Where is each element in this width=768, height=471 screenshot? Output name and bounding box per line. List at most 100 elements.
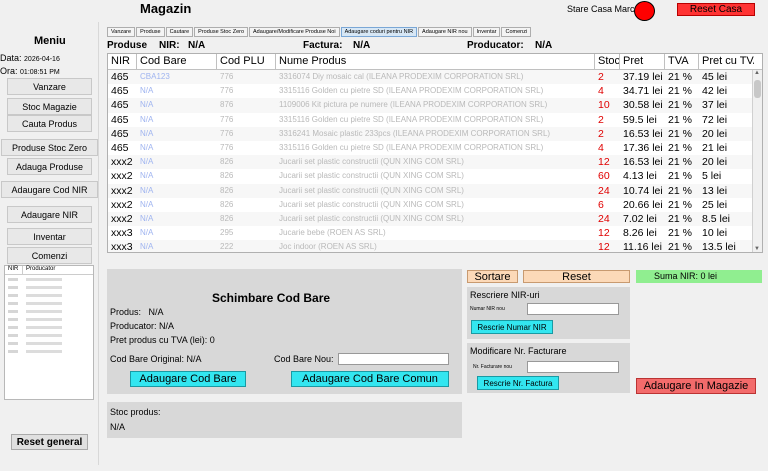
- numar-nir-nou-label: Numar NIR nou: [470, 306, 505, 312]
- table-row[interactable]: 465 N/A 776 3315116 Golden cu pietre SD (IL…: [108, 113, 762, 127]
- cell-pret-cu-tva: 25 lei: [702, 198, 728, 211]
- cell-stoc: 4: [598, 85, 604, 98]
- nir-column-header: NIR: [5, 266, 23, 274]
- produs-value: N/A: [148, 307, 164, 317]
- modificare-title: Modificare Nr. Facturare: [470, 346, 567, 356]
- cell-cod-bare: N/A: [140, 213, 154, 223]
- column-header-nir[interactable]: NIR: [108, 54, 137, 69]
- adaugare-cod-bare-comun-button[interactable]: Adaugare Cod Bare Comun: [291, 371, 449, 387]
- tab-adaugare-nir-nou[interactable]: Adaugare NIR nou: [418, 27, 472, 37]
- app-window: Magazin Stare Casa Marcat: Reset Casa Me…: [0, 0, 768, 471]
- tab-produse-stoc-zero[interactable]: Produse Stoc Zero: [194, 27, 249, 37]
- scroll-down-icon[interactable]: ▼: [754, 246, 760, 252]
- vanzare-button[interactable]: Vanzare: [7, 78, 92, 95]
- reset-casa-button[interactable]: Reset Casa: [677, 3, 755, 16]
- column-header-cod-plu[interactable]: Cod PLU: [217, 54, 276, 69]
- adaugare-cod-nir-button[interactable]: Adaugare Cod NIR: [1, 181, 98, 198]
- cell-nume-produs: 1109006 Kit pictura pe numere (ILEANA PR…: [279, 100, 548, 110]
- list-item[interactable]: [5, 331, 93, 339]
- column-header-nume-produs[interactable]: Nume Produs: [276, 54, 595, 69]
- tab-adaugare-modificare-produse[interactable]: Adaugare/Modificare Produse Noi: [249, 27, 340, 37]
- tab-produse[interactable]: Produse: [136, 27, 165, 37]
- tab-cautare[interactable]: Cautare: [165, 27, 194, 37]
- tab-vanzare[interactable]: Vanzare: [107, 27, 136, 37]
- table-row[interactable]: xxx2 N/A 826 Jucarii set plastic constructi…: [108, 155, 762, 170]
- table-row[interactable]: 465 N/A 776 3316241 Mosaic plastic 233pcs (…: [108, 126, 762, 141]
- cell-stoc: 2: [598, 113, 604, 126]
- table-row[interactable]: 465 CBA123 776 3316074 Diy mosaic cal (ILEA…: [108, 70, 762, 85]
- products-table[interactable]: NIR Cod Bare Cod PLU Nume Produs Stoc Pr…: [107, 53, 763, 253]
- cauta-produs-button[interactable]: Cauta Produs: [7, 115, 92, 132]
- tab-adaugare-coduri-nir[interactable]: Adaugare coduri pentru NIR: [340, 27, 418, 37]
- table-row[interactable]: xxx2 N/A 826 Jucarii set plastic constructi…: [108, 183, 762, 198]
- tab-inventar[interactable]: Inventar: [472, 27, 501, 37]
- rescrie-nr-factura-button[interactable]: Rescrie Nr. Factura: [477, 376, 559, 390]
- list-item[interactable]: [5, 323, 93, 331]
- cell-nume-produs: Jucarii set plastic constructii (QUN XIN…: [279, 199, 464, 209]
- rescrie-numar-nir-button[interactable]: Rescrie Numar NIR: [471, 320, 553, 334]
- sortare-button[interactable]: Sortare: [467, 270, 518, 283]
- cell-nir: xxx2: [111, 212, 133, 225]
- comenzi-button[interactable]: Comenzi: [7, 247, 92, 264]
- column-header-pret[interactable]: Pret: [620, 54, 665, 69]
- cell-cod-plu: 776: [220, 72, 234, 81]
- adaugare-nir-button[interactable]: Adaugare NIR: [7, 206, 92, 223]
- cell-cod-bare: N/A: [140, 199, 154, 209]
- cell-pret: 8.26 lei: [623, 227, 657, 240]
- cell-cod-plu: 826: [220, 199, 234, 209]
- numar-nir-nou-input[interactable]: [527, 303, 619, 315]
- cell-cod-bare: N/A: [140, 114, 154, 124]
- list-item[interactable]: [5, 339, 93, 347]
- table-row[interactable]: xxx2 N/A 826 Jucarii set plastic constructi…: [108, 211, 762, 227]
- app-title: Magazin: [140, 1, 192, 16]
- list-item[interactable]: [5, 291, 93, 299]
- cell-nume-produs: Jucarii set plastic constructii (QUN XIN…: [279, 213, 464, 223]
- cell-tva: 21 %: [668, 99, 692, 112]
- stoc-magazie-button[interactable]: Stoc Magazie: [7, 98, 92, 115]
- table-row[interactable]: 465 N/A 776 3315116 Golden cu pietre SD (IL…: [108, 141, 762, 155]
- cell-cod-plu: 826: [220, 185, 234, 195]
- list-item[interactable]: [5, 307, 93, 315]
- cell-cod-plu: 776: [220, 142, 234, 152]
- table-row[interactable]: xxx3 N/A 222 Joc indoor (ROEN AS SRL) 12 11.1…: [108, 240, 762, 253]
- cell-stoc: 24: [598, 184, 610, 197]
- column-header-stoc[interactable]: Stoc: [595, 54, 620, 69]
- cell-nir: xxx2: [111, 184, 133, 197]
- reset-general-button[interactable]: Reset general: [11, 434, 88, 450]
- table-row[interactable]: xxx2 N/A 826 Jucarii set plastic constructi…: [108, 198, 762, 212]
- column-header-tva[interactable]: TVA: [665, 54, 699, 69]
- cell-nir: xxx3: [111, 241, 133, 253]
- list-item[interactable]: [5, 283, 93, 291]
- scroll-up-icon[interactable]: ▲: [754, 70, 760, 76]
- cell-pret: 10.74 lei: [623, 184, 663, 197]
- table-row[interactable]: xxx3 N/A 295 Jucarie bebe (ROEN AS SRL) 12 8.…: [108, 226, 762, 240]
- cell-tva: 21 %: [668, 241, 692, 253]
- cell-cod-bare: CBA123: [140, 72, 170, 81]
- cell-stoc: 10: [598, 99, 610, 112]
- adaugare-cod-bare-button[interactable]: Adaugare Cod Bare: [130, 371, 246, 387]
- nr-factura-nou-input[interactable]: [527, 361, 619, 373]
- cell-cod-plu: 826: [220, 213, 234, 223]
- list-item[interactable]: [5, 275, 93, 283]
- inventar-button[interactable]: Inventar: [7, 228, 92, 245]
- column-header-pret-cu-tva[interactable]: Pret cu TVA: [699, 54, 754, 69]
- list-item[interactable]: [5, 347, 93, 355]
- cell-pret-cu-tva: 45 lei: [702, 71, 728, 83]
- cod-bare-nou-input[interactable]: [338, 353, 449, 365]
- nir-list[interactable]: NIR Producator: [4, 265, 94, 400]
- reset-button[interactable]: Reset: [523, 270, 630, 283]
- table-row[interactable]: 465 N/A 776 3315116 Golden cu pietre SD (IL…: [108, 84, 762, 98]
- table-row[interactable]: 465 N/A 876 1109006 Kit pictura pe numere (…: [108, 98, 762, 113]
- column-header-cod-bare[interactable]: Cod Bare: [137, 54, 217, 69]
- adaugare-in-magazie-button[interactable]: Adaugare In Magazie: [636, 378, 756, 394]
- produse-stoc-zero-button[interactable]: Produse Stoc Zero: [1, 139, 98, 156]
- tab-comenzi[interactable]: Comenzi: [501, 27, 532, 37]
- list-item[interactable]: [5, 315, 93, 323]
- scrollbar-thumb[interactable]: [754, 80, 761, 98]
- cell-pret-cu-tva: 20 lei: [702, 127, 728, 140]
- table-scrollbar[interactable]: ▲ ▼: [752, 70, 762, 252]
- table-row[interactable]: xxx2 N/A 826 Jucarii set plastic constructi…: [108, 169, 762, 183]
- list-item[interactable]: [5, 299, 93, 307]
- adauga-produse-button[interactable]: Adauga Produse: [7, 158, 92, 175]
- cell-nume-produs: Joc indoor (ROEN AS SRL): [279, 242, 377, 252]
